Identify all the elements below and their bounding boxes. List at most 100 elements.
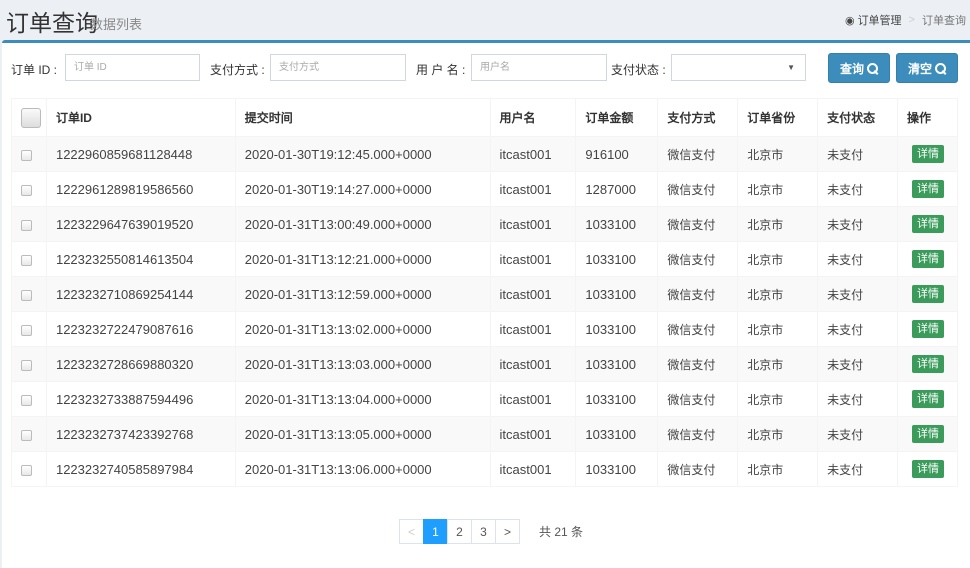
- table-row: 1222961289819586560 2020-01-30T19:14:27.0…: [11, 171, 959, 207]
- page-title: 订单查询: [6, 10, 98, 36]
- breadcrumb-separator: >: [908, 14, 915, 26]
- table-row: 1223232550814613504 2020-01-31T13:12:21.0…: [11, 241, 959, 277]
- detail-button[interactable]: 详情: [911, 320, 944, 338]
- page-subtitle: 数据列表: [90, 17, 143, 32]
- detail-button[interactable]: 详情: [911, 285, 944, 303]
- detail-button[interactable]: 详情: [911, 355, 944, 373]
- query-button[interactable]: 查询: [828, 53, 890, 83]
- order-id-input[interactable]: [65, 54, 200, 81]
- order-list-box: 订单 ID : 支付方式 : 用 户 名 : 支付状态 : ▼ 查询 清空 订单…: [2, 40, 970, 568]
- table-row: 1223232728669880320 2020-01-31T13:13:03.0…: [11, 346, 959, 382]
- detail-button[interactable]: 详情: [911, 145, 944, 163]
- province-cell: 北京市: [737, 381, 819, 417]
- amount-cell: 1033100: [575, 381, 659, 417]
- row-select-cell: [11, 276, 47, 312]
- pay-type-cell: 微信支付: [657, 311, 739, 347]
- content-header: 订单查询 数据列表 ◉ 订单管理 > 订单查询: [0, 0, 970, 40]
- detail-button[interactable]: 详情: [911, 250, 944, 268]
- column-header[interactable]: 订单ID: [45, 98, 236, 137]
- detail-button[interactable]: 详情: [911, 215, 944, 233]
- pay-status-select[interactable]: ▼: [671, 54, 806, 81]
- search-icon: [935, 62, 946, 74]
- submit-time-cell: 2020-01-31T13:13:05.000+0000: [234, 416, 491, 452]
- province-cell: 北京市: [737, 206, 819, 242]
- amount-cell: 1033100: [575, 311, 659, 347]
- detail-button[interactable]: 详情: [911, 460, 944, 478]
- row-checkbox[interactable]: [21, 289, 32, 301]
- row-select-cell: [11, 451, 47, 487]
- column-header[interactable]: 订单省份: [737, 98, 819, 137]
- username-cell: itcast001: [489, 276, 577, 312]
- detail-button[interactable]: 详情: [911, 390, 944, 408]
- order-id-cell: 1222961289819586560: [45, 171, 236, 207]
- province-cell: 北京市: [737, 451, 819, 487]
- username-cell: itcast001: [489, 171, 577, 207]
- clear-button[interactable]: 清空: [896, 53, 958, 83]
- column-header[interactable]: 用户名: [489, 98, 577, 137]
- select-all-cell: [11, 98, 47, 137]
- detail-button[interactable]: 详情: [911, 180, 944, 198]
- row-checkbox[interactable]: [21, 324, 32, 336]
- prev-page-button[interactable]: <: [399, 519, 424, 544]
- pay-type-cell: 微信支付: [657, 171, 739, 207]
- row-checkbox[interactable]: [21, 184, 32, 196]
- order-id-cell: 1223229647639019520: [45, 206, 236, 242]
- row-checkbox[interactable]: [21, 394, 32, 406]
- order-id-cell: 1223232737423392768: [45, 416, 236, 452]
- amount-cell: 916100: [575, 136, 659, 172]
- pay-status-cell: 未支付: [817, 171, 898, 207]
- row-checkbox[interactable]: [21, 254, 32, 266]
- next-page-button[interactable]: >: [495, 519, 520, 544]
- total-count: 共 21 条: [539, 525, 584, 539]
- row-checkbox[interactable]: [21, 219, 32, 231]
- order-id-cell: 1223232710869254144: [45, 276, 236, 312]
- submit-time-cell: 2020-01-31T13:00:49.000+0000: [234, 206, 491, 242]
- table-header-row: 订单ID 提交时间 用户名 订单金额 支付方式 订单省份 支付状态 操作: [11, 98, 959, 137]
- page-button-2[interactable]: 2: [447, 519, 472, 544]
- order-id-cell: 1223232550814613504: [45, 241, 236, 277]
- row-checkbox[interactable]: [21, 149, 32, 161]
- table-row: 1223229647639019520 2020-01-31T13:00:49.0…: [11, 206, 959, 242]
- row-select-cell: [11, 136, 47, 172]
- column-header[interactable]: 支付方式: [657, 98, 739, 137]
- dashboard-icon: ◉: [844, 14, 855, 27]
- action-cell: 详情: [896, 346, 959, 382]
- submit-time-cell: 2020-01-31T13:13:04.000+0000: [234, 381, 491, 417]
- select-all-checkbox[interactable]: [21, 107, 41, 128]
- pay-type-cell: 微信支付: [657, 451, 739, 487]
- page-button-3[interactable]: 3: [471, 519, 496, 544]
- action-cell: 详情: [896, 206, 959, 242]
- detail-button[interactable]: 详情: [911, 425, 944, 443]
- action-cell: 详情: [896, 416, 959, 452]
- page-button-1[interactable]: 1: [423, 519, 448, 544]
- breadcrumb-item-order-management[interactable]: 订单管理: [858, 12, 902, 28]
- row-checkbox[interactable]: [21, 429, 32, 441]
- username-label: 用 户 名 :: [416, 63, 466, 77]
- pay-type-cell: 微信支付: [657, 276, 739, 312]
- pay-status-cell: 未支付: [817, 381, 898, 417]
- column-header[interactable]: 订单金额: [575, 98, 659, 137]
- row-checkbox[interactable]: [21, 464, 32, 476]
- row-select-cell: [11, 241, 47, 277]
- username-cell: itcast001: [489, 311, 577, 347]
- province-cell: 北京市: [737, 241, 819, 277]
- pay-type-input[interactable]: [270, 54, 406, 81]
- action-cell: 详情: [896, 311, 959, 347]
- username-input[interactable]: [471, 54, 607, 81]
- amount-cell: 1033100: [575, 451, 659, 487]
- province-cell: 北京市: [737, 346, 819, 382]
- row-select-cell: [11, 171, 47, 207]
- column-header[interactable]: 支付状态: [817, 98, 898, 137]
- row-select-cell: [11, 346, 47, 382]
- row-select-cell: [11, 206, 47, 242]
- amount-cell: 1033100: [575, 241, 659, 277]
- action-cell: 详情: [896, 381, 959, 417]
- province-cell: 北京市: [737, 311, 819, 347]
- pay-status-cell: 未支付: [817, 311, 898, 347]
- column-header[interactable]: 提交时间: [234, 98, 491, 137]
- pay-status-cell: 未支付: [817, 241, 898, 277]
- caret-down-icon: ▼: [787, 63, 795, 72]
- row-checkbox[interactable]: [21, 359, 32, 371]
- action-cell: 详情: [896, 241, 959, 277]
- pay-status-cell: 未支付: [817, 136, 898, 172]
